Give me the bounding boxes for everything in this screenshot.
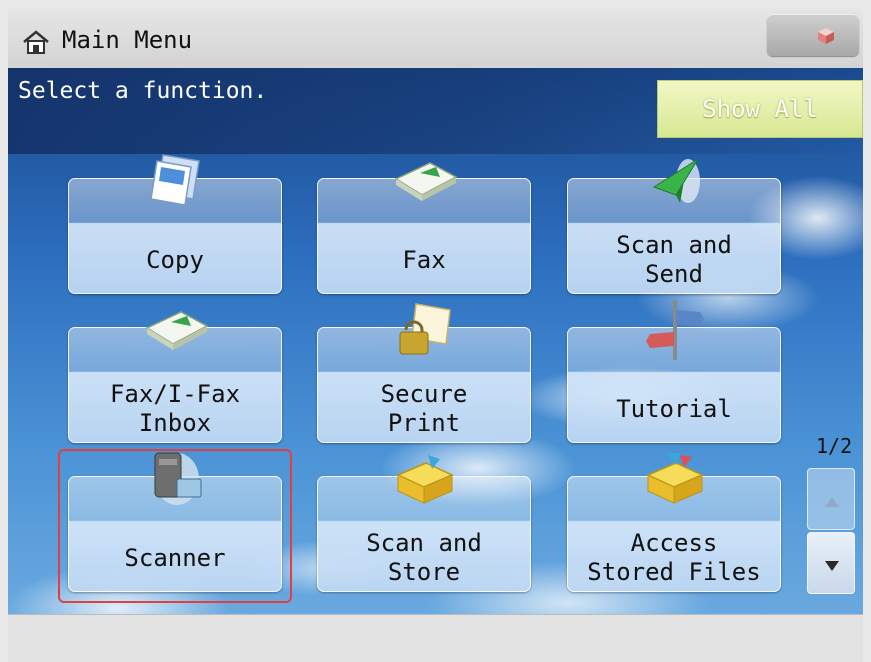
scan-send-icon	[640, 151, 710, 215]
tutorial-button[interactable]: Tutorial	[567, 300, 781, 443]
show-all-button[interactable]: Show All	[657, 80, 863, 138]
triangle-down-icon	[824, 557, 840, 576]
fax-label: Fax	[402, 245, 446, 274]
scroll-up-button[interactable]	[807, 468, 855, 530]
scanner-button[interactable]: Scanner	[68, 452, 282, 592]
secure-print-icon	[390, 300, 460, 364]
title-bar: Main Menu	[8, 8, 863, 69]
page-title: Main Menu	[62, 26, 193, 54]
fax-icon	[390, 151, 460, 215]
access-stored-files-button[interactable]: Access Stored Files	[567, 453, 781, 592]
tutorial-icon	[640, 300, 710, 364]
copy-button[interactable]: Copy	[68, 154, 282, 294]
instruction-text: Select a function.	[18, 78, 268, 104]
scan-and-send-button[interactable]: Scan and Send	[567, 158, 781, 294]
main-menu-screen: Select a function. Show All Copy Fax Sca…	[8, 68, 863, 614]
stored-files-icon	[640, 449, 710, 513]
scan-and-send-label: Scan and Send	[616, 231, 732, 288]
home-icon	[22, 30, 50, 58]
secure-print-button[interactable]: Secure Print	[317, 303, 531, 443]
scroll-down-button[interactable]	[807, 532, 855, 594]
page-indicator: 1/2	[816, 434, 853, 458]
fax-inbox-icon	[141, 300, 211, 364]
scan-and-store-button[interactable]: Scan and Store	[317, 455, 531, 592]
scanner-label: Scanner	[124, 543, 226, 572]
triangle-up-icon	[824, 493, 840, 512]
copy-icon	[141, 151, 211, 215]
copy-label: Copy	[146, 245, 204, 274]
fax-inbox-label: Fax/I-Fax Inbox	[109, 380, 241, 437]
access-stored-files-label: Access Stored Files	[587, 529, 761, 586]
status-monitor-button[interactable]	[767, 14, 859, 56]
status-cube-icon	[817, 27, 835, 49]
scan-store-icon	[390, 449, 460, 513]
secure-print-label: Secure Print	[380, 380, 468, 437]
fax-button[interactable]: Fax	[317, 162, 531, 294]
fax-inbox-button[interactable]: Fax/I-Fax Inbox	[68, 311, 282, 443]
tutorial-label: Tutorial	[616, 394, 732, 423]
scanner-icon	[141, 449, 211, 513]
status-bar	[8, 614, 863, 662]
scan-and-store-label: Scan and Store	[366, 529, 482, 586]
